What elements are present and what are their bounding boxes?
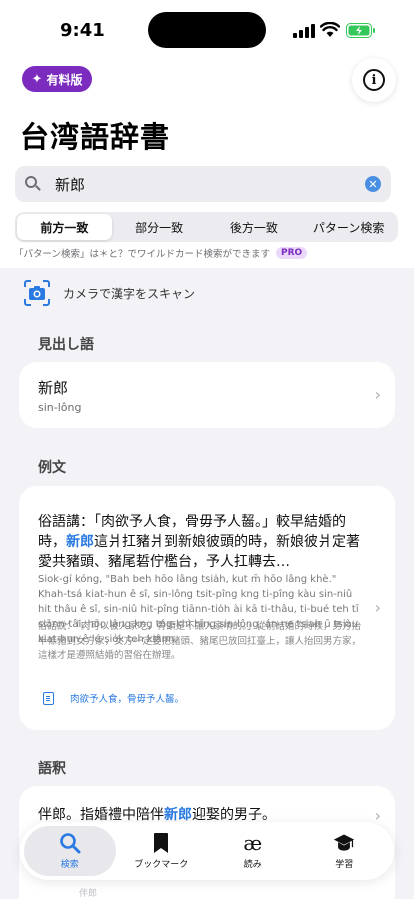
pro-badge[interactable]: ✦ 有料版	[22, 66, 92, 92]
tab-learning-label: 学習	[335, 860, 354, 870]
headword-card[interactable]: 新郎 sin-lông ›	[19, 362, 395, 428]
example-card[interactable]: 俗語講：「肉欲予人食，骨毋予人齧。」較早結婚的時，新郎這爿扛豬爿到新娘彼頭的時，…	[19, 486, 395, 730]
examples-section-title: 例文	[38, 460, 66, 476]
page-title: 台湾語辞書	[20, 120, 171, 154]
camera-scan-icon	[24, 280, 50, 306]
tab-search[interactable]: 検索	[24, 826, 116, 876]
tab-reading-label: 読み	[243, 860, 262, 870]
book-icon	[43, 691, 54, 705]
bookmark-icon	[154, 833, 169, 853]
example-source-text: 肉欲予人食，骨毋予人齧。	[70, 694, 185, 705]
tab-learning[interactable]: 学習	[299, 826, 391, 876]
search-icon	[59, 833, 81, 854]
definition-faint-line: 伴郎	[79, 889, 98, 899]
example-source: 肉欲予人食，骨毋予人齧。	[43, 691, 184, 705]
wildcard-hint-text: 「パターン検索」は＊と？でワイルドカード検索ができます	[14, 249, 271, 260]
tab-reading[interactable]: æ 読み	[207, 826, 299, 876]
segment-partial-match[interactable]: 部分一致	[112, 214, 207, 240]
tab-bookmark[interactable]: ブックマーク	[116, 826, 208, 876]
segment-prefix-match[interactable]: 前方一致	[17, 214, 112, 240]
definition-text: 伴郎。指婚禮中陪伴新郎迎娶的男子。	[38, 804, 276, 824]
segment-pattern-search[interactable]: パターン検索	[301, 214, 396, 240]
chevron-right-icon: ›	[374, 385, 381, 404]
tab-bar: 検索 ブックマーク æ 読み 学習	[20, 822, 394, 880]
segment-suffix-match[interactable]: 後方一致	[207, 214, 302, 240]
search-bar[interactable]: ✕	[15, 166, 391, 202]
battery-icon	[346, 23, 375, 38]
chevron-right-icon: ›	[374, 806, 381, 825]
cellular-signal-icon	[293, 24, 315, 38]
definition-text-after: 迎娶的男子。	[192, 807, 276, 823]
headword-title: 新郎	[38, 379, 69, 397]
definitions-section-title: 語釈	[38, 761, 66, 777]
status-bar: 9:41	[0, 0, 414, 56]
camera-scan-label: カメラで漢字をスキャン	[63, 286, 196, 301]
wildcard-hint: 「パターン検索」は＊と？でワイルドカード検索ができます PRO	[14, 246, 308, 260]
sparkle-icon: ✦	[31, 71, 43, 87]
search-input[interactable]	[55, 175, 355, 193]
definition-text-highlight: 新郎	[164, 807, 192, 823]
definition-text-before: 伴郎。指婚禮中陪伴	[38, 807, 164, 823]
tab-search-label: 検索	[60, 860, 79, 870]
headword-romanization: sin-lông	[38, 401, 82, 414]
example-hanji: 俗語講：「肉欲予人食，骨毋予人齧。」較早結婚的時，新郎這爿扛豬爿到新娘彼頭的時，…	[38, 512, 363, 572]
camera-scan-button[interactable]: カメラで漢字をスキャン	[24, 280, 195, 306]
example-explanation: 俗話說：「肉可以被人家吃，骨頭是不讓人家啃的。」從前結婚的時候，男方抬半條豬到女…	[38, 621, 362, 661]
pro-badge-label: 有料版	[46, 72, 83, 87]
dynamic-island	[148, 12, 266, 48]
hint-pro-badge: PRO	[276, 247, 308, 259]
search-icon	[25, 176, 41, 192]
graduation-cap-icon	[334, 834, 355, 851]
headwords-section-title: 見出し語	[38, 337, 94, 353]
info-button[interactable]: i	[352, 58, 396, 102]
example-hanji-highlight: 新郎	[66, 534, 94, 550]
info-icon: i	[363, 69, 385, 91]
chevron-right-icon: ›	[374, 598, 381, 617]
search-mode-segmented-control: 前方一致 部分一致 後方一致 パターン検索	[15, 212, 398, 242]
wifi-icon	[320, 22, 340, 37]
status-time: 9:41	[60, 20, 105, 41]
ae-icon: æ	[243, 831, 263, 855]
tab-bookmark-label: ブックマーク	[134, 860, 189, 870]
clear-search-icon[interactable]: ✕	[365, 176, 381, 192]
